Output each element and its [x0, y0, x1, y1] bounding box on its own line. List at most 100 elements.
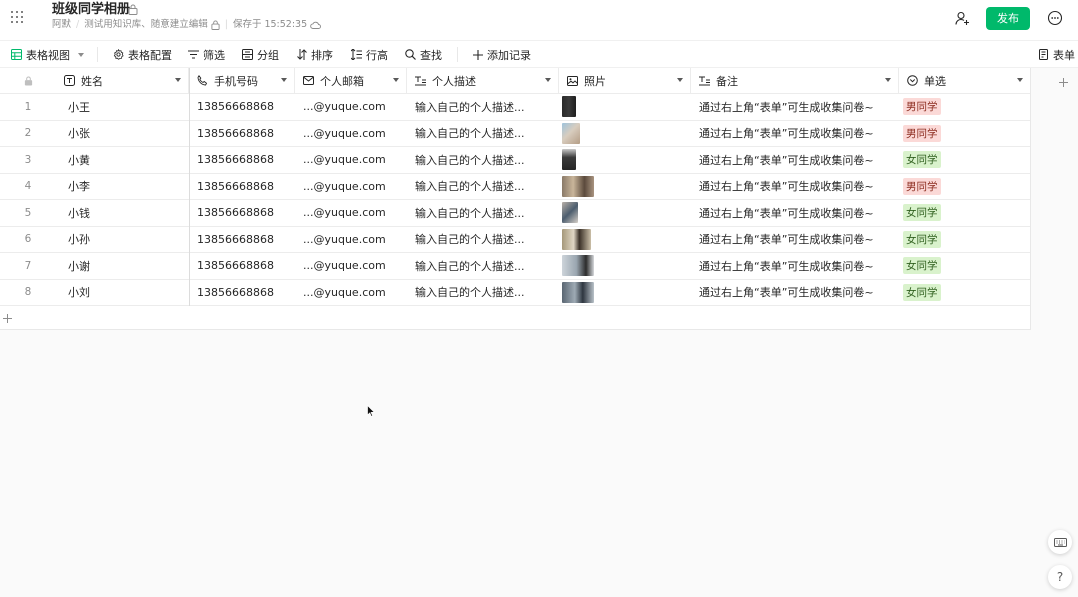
- cell-phone[interactable]: 13856668868: [189, 174, 295, 200]
- cell-description[interactable]: 输入自己的个人描述...: [407, 147, 559, 173]
- table-row[interactable]: 3 小黄 13856668868 ...@yuque.com 输入自己的个人描述... 通…: [0, 147, 1031, 174]
- add-collaborator-button[interactable]: [949, 5, 975, 31]
- cell-description[interactable]: 输入自己的个人描述...: [407, 121, 559, 147]
- table-row[interactable]: 6 小孙 13856668868 ...@yuque.com 输入自己的个人描述... 通…: [0, 227, 1031, 253]
- cell-note[interactable]: 通过右上角“表单”可生成收集问卷~: [691, 200, 899, 226]
- cell-photo[interactable]: [559, 121, 691, 147]
- table-row[interactable]: 1 小王 13856668868 ...@yuque.com 输入自己的个人描述... 通…: [0, 94, 1031, 121]
- more-options-button[interactable]: [1042, 5, 1068, 31]
- cell-name[interactable]: 小张: [56, 121, 189, 147]
- cell-name[interactable]: 小钱: [56, 200, 189, 226]
- photo-thumbnail[interactable]: [562, 228, 591, 250]
- column-header-single-select[interactable]: 单选: [899, 68, 1031, 93]
- view-switcher[interactable]: 表格视图: [11, 41, 88, 68]
- cell-name[interactable]: 小黄: [56, 147, 189, 173]
- cell-description[interactable]: 输入自己的个人描述...: [407, 200, 559, 226]
- cell-name[interactable]: 小孙: [56, 227, 189, 253]
- cell-photo[interactable]: [559, 200, 691, 226]
- help-button[interactable]: ?: [1048, 565, 1072, 589]
- sort-button[interactable]: 排序: [297, 41, 333, 68]
- cell-email[interactable]: ...@yuque.com: [295, 200, 407, 226]
- column-header-email[interactable]: 个人邮箱: [295, 68, 407, 93]
- cell-email[interactable]: ...@yuque.com: [295, 94, 407, 120]
- add-row-button[interactable]: [0, 306, 1031, 330]
- cell-description[interactable]: 输入自己的个人描述...: [407, 280, 559, 306]
- cell-email[interactable]: ...@yuque.com: [295, 280, 407, 306]
- filter-button[interactable]: 筛选: [188, 41, 225, 68]
- cell-email[interactable]: ...@yuque.com: [295, 227, 407, 253]
- table-row[interactable]: 8 小刘 13856668868 ...@yuque.com 输入自己的个人描述... 通…: [0, 280, 1031, 306]
- add-record-button[interactable]: 添加记录: [473, 41, 531, 68]
- publish-button[interactable]: 发布: [986, 6, 1030, 30]
- cell-email[interactable]: ...@yuque.com: [295, 147, 407, 173]
- breadcrumb-owner[interactable]: 阿默: [52, 19, 71, 31]
- photo-thumbnail[interactable]: [562, 281, 594, 303]
- cell-description[interactable]: 输入自己的个人描述...: [407, 174, 559, 200]
- page-title[interactable]: 班级同学相册: [52, 2, 130, 18]
- cell-phone[interactable]: 13856668868: [189, 147, 295, 173]
- cell-description[interactable]: 输入自己的个人描述...: [407, 94, 559, 120]
- cell-photo[interactable]: [559, 280, 691, 306]
- chevron-down-icon[interactable]: [1017, 78, 1023, 82]
- photo-thumbnail[interactable]: [562, 122, 580, 144]
- cell-note[interactable]: 通过右上角“表单”可生成收集问卷~: [691, 147, 899, 173]
- app-grid-icon[interactable]: [10, 10, 24, 24]
- cell-single-select[interactable]: 女同学: [899, 253, 1031, 279]
- photo-thumbnail[interactable]: [562, 202, 578, 224]
- table-row[interactable]: 4 小李 13856668868 ...@yuque.com 输入自己的个人描述... 通…: [0, 174, 1031, 200]
- cell-single-select[interactable]: 男同学: [899, 174, 1031, 200]
- cell-photo[interactable]: [559, 174, 691, 200]
- cell-phone[interactable]: 13856668868: [189, 200, 295, 226]
- cell-note[interactable]: 通过右上角“表单”可生成收集问卷~: [691, 227, 899, 253]
- table-row[interactable]: 7 小谢 13856668868 ...@yuque.com 输入自己的个人描述... 通…: [0, 253, 1031, 280]
- table-row[interactable]: 2 小张 13856668868 ...@yuque.com 输入自己的个人描述... 通…: [0, 121, 1031, 147]
- cell-email[interactable]: ...@yuque.com: [295, 174, 407, 200]
- cell-name[interactable]: 小王: [56, 94, 189, 120]
- cell-single-select[interactable]: 男同学: [899, 121, 1031, 147]
- chevron-down-icon[interactable]: [885, 78, 891, 82]
- chevron-down-icon[interactable]: [393, 78, 399, 82]
- photo-thumbnail[interactable]: [562, 96, 576, 118]
- cell-description[interactable]: 输入自己的个人描述...: [407, 227, 559, 253]
- cell-note[interactable]: 通过右上角“表单”可生成收集问卷~: [691, 280, 899, 306]
- cell-note[interactable]: 通过右上角“表单”可生成收集问卷~: [691, 253, 899, 279]
- cell-single-select[interactable]: 男同学: [899, 94, 1031, 120]
- column-header-phone[interactable]: 手机号码: [189, 68, 295, 93]
- cell-note[interactable]: 通过右上角“表单”可生成收集问卷~: [691, 94, 899, 120]
- column-header-name[interactable]: 姓名: [56, 68, 189, 93]
- cell-single-select[interactable]: 女同学: [899, 200, 1031, 226]
- chevron-down-icon[interactable]: [677, 78, 683, 82]
- chevron-down-icon[interactable]: [175, 78, 181, 82]
- add-column-button[interactable]: [1054, 73, 1072, 91]
- photo-thumbnail[interactable]: [562, 175, 594, 197]
- cell-photo[interactable]: [559, 227, 691, 253]
- table-row[interactable]: 5 小钱 13856668868 ...@yuque.com 输入自己的个人描述... 通…: [0, 200, 1031, 227]
- chevron-down-icon[interactable]: [545, 78, 551, 82]
- cell-photo[interactable]: [559, 147, 691, 173]
- cell-email[interactable]: ...@yuque.com: [295, 253, 407, 279]
- breadcrumb-book[interactable]: 测试用知识库、随意建立编辑: [84, 19, 208, 31]
- form-button[interactable]: 表单: [1039, 41, 1075, 68]
- search-button[interactable]: 查找: [405, 41, 442, 68]
- photo-thumbnail[interactable]: [562, 255, 594, 277]
- cell-single-select[interactable]: 女同学: [899, 227, 1031, 253]
- keyboard-shortcut-button[interactable]: [1048, 530, 1072, 554]
- photo-thumbnail[interactable]: [562, 149, 576, 171]
- column-header-note[interactable]: 备注: [691, 68, 899, 93]
- cell-name[interactable]: 小谢: [56, 253, 189, 279]
- cell-phone[interactable]: 13856668868: [189, 280, 295, 306]
- cell-phone[interactable]: 13856668868: [189, 94, 295, 120]
- cell-single-select[interactable]: 女同学: [899, 147, 1031, 173]
- cell-phone[interactable]: 13856668868: [189, 227, 295, 253]
- cell-phone[interactable]: 13856668868: [189, 121, 295, 147]
- column-header-description[interactable]: 个人描述: [407, 68, 559, 93]
- cell-photo[interactable]: [559, 253, 691, 279]
- table-config-button[interactable]: 表格配置: [113, 41, 172, 68]
- cell-note[interactable]: 通过右上角“表单”可生成收集问卷~: [691, 174, 899, 200]
- cell-phone[interactable]: 13856668868: [189, 253, 295, 279]
- group-button[interactable]: 分组: [242, 41, 279, 68]
- cell-description[interactable]: 输入自己的个人描述...: [407, 253, 559, 279]
- row-height-button[interactable]: 行高: [351, 41, 388, 68]
- cell-name[interactable]: 小刘: [56, 280, 189, 306]
- chevron-down-icon[interactable]: [281, 78, 287, 82]
